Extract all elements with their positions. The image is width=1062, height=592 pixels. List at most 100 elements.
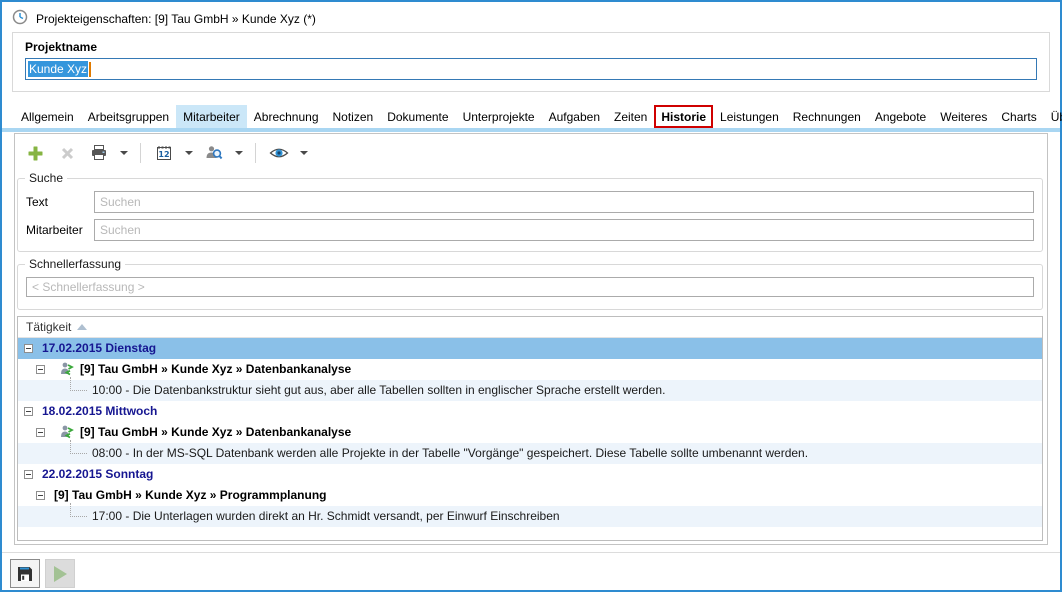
tab-abrechnung[interactable]: Abrechnung: [247, 105, 326, 128]
date-label: 18.02.2015 Mittwoch: [42, 404, 157, 418]
text-search-input[interactable]: [94, 191, 1034, 213]
collapse-icon[interactable]: [36, 428, 45, 437]
play-icon: [54, 566, 67, 582]
tab-rechnungen[interactable]: Rechnungen: [786, 105, 868, 128]
toolbar-separator: [140, 143, 141, 163]
tab-mitarbeiter[interactable]: Mitarbeiter: [176, 105, 247, 128]
taetigkeit-column-header[interactable]: Tätigkeit: [18, 317, 1042, 338]
chevron-down-icon: [300, 151, 308, 155]
tree-branch-line: [70, 377, 87, 391]
view-dropdown[interactable]: [297, 140, 311, 166]
add-button[interactable]: [21, 139, 49, 167]
sort-ascending-icon: [77, 324, 87, 330]
save-floppy-icon: [16, 565, 34, 583]
clock-icon: [12, 9, 28, 28]
bottom-button-bar: [10, 559, 75, 588]
projektname-label: Projektname: [25, 40, 97, 54]
mitarbeiter-search-row: Mitarbeiter: [26, 219, 1034, 241]
suche-legend: Suche: [25, 171, 67, 185]
tree-row-date[interactable]: 18.02.2015 Mittwoch: [18, 401, 1042, 422]
projektname-value: Kunde Xyz: [28, 61, 88, 77]
project-label: [9] Tau GmbH » Kunde Xyz » Datenbankanal…: [80, 425, 351, 439]
historie-panel: 12 Suche Text: [14, 133, 1048, 545]
project-properties-window: { "window": { "title": "Projekteigenscha…: [0, 0, 1062, 592]
tree-row-note[interactable]: 08:00 - In der MS-SQL Datenbank werden a…: [18, 443, 1042, 464]
employee-search-button[interactable]: [200, 139, 228, 167]
collapse-icon[interactable]: [24, 407, 33, 416]
collapse-icon[interactable]: [24, 470, 33, 479]
mitarbeiter-search-input[interactable]: [94, 219, 1034, 241]
calendar-button[interactable]: 12: [150, 139, 178, 167]
chevron-down-icon: [235, 151, 243, 155]
tab-allgemein[interactable]: Allgemein: [14, 105, 81, 128]
project-label: [9] Tau GmbH » Kunde Xyz » Programmplanu…: [54, 488, 326, 502]
tree-branch-line: [70, 440, 87, 454]
text-caret: [89, 62, 91, 77]
mitarbeiter-search-label: Mitarbeiter: [26, 223, 94, 237]
tree-row-project[interactable]: [9] Tau GmbH » Kunde Xyz » Programmplanu…: [18, 485, 1042, 506]
tree-row-note[interactable]: 10:00 - Die Datenbankstruktur sieht gut …: [18, 380, 1042, 401]
tab-notizen[interactable]: Notizen: [326, 105, 381, 128]
projektname-panel: Projektname Kunde Xyz: [12, 32, 1050, 92]
chevron-down-icon: [185, 151, 193, 155]
tab-uebersicht[interactable]: Übersicht: [1044, 105, 1062, 128]
tab-weiteres[interactable]: Weiteres: [933, 105, 994, 128]
eye-icon: [269, 145, 289, 161]
note-label: 08:00 - In der MS-SQL Datenbank werden a…: [92, 446, 808, 460]
activity-icon: [58, 361, 74, 377]
print-dropdown[interactable]: [117, 140, 131, 166]
view-button[interactable]: [265, 139, 293, 167]
calendar-dropdown[interactable]: [182, 140, 196, 166]
date-label: 17.02.2015 Dienstag: [42, 341, 156, 355]
tab-strip: Allgemein Arbeitsgruppen Mitarbeiter Abr…: [2, 102, 1060, 132]
delete-x-icon: [60, 146, 75, 161]
toolbar: 12: [21, 138, 1041, 168]
svg-text:12: 12: [158, 150, 169, 159]
plus-icon: [27, 145, 44, 162]
tab-historie[interactable]: Historie: [654, 105, 713, 128]
tab-dokumente[interactable]: Dokumente: [380, 105, 455, 128]
printer-icon: [90, 144, 108, 162]
tab-arbeitsgruppen[interactable]: Arbeitsgruppen: [81, 105, 176, 128]
tab-aufgaben[interactable]: Aufgaben: [542, 105, 607, 128]
window-title: Projekteigenschaften: [9] Tau GmbH » Kun…: [36, 12, 316, 26]
delete-button[interactable]: [53, 139, 81, 167]
employee-search-dropdown[interactable]: [232, 140, 246, 166]
employee-search-icon: [205, 144, 223, 162]
calendar-icon: 12: [155, 144, 173, 162]
tree-row-project[interactable]: [9] Tau GmbH » Kunde Xyz » Datenbankanal…: [18, 359, 1042, 380]
tab-zeiten[interactable]: Zeiten: [607, 105, 654, 128]
window-title-bar: Projekteigenschaften: [9] Tau GmbH » Kun…: [12, 9, 316, 28]
text-search-label: Text: [26, 195, 94, 209]
tree-row-project[interactable]: [9] Tau GmbH » Kunde Xyz » Datenbankanal…: [18, 422, 1042, 443]
save-button[interactable]: [10, 559, 40, 588]
tree-branch-line: [70, 503, 87, 517]
collapse-icon[interactable]: [24, 344, 33, 353]
tree-row-date[interactable]: 17.02.2015 Dienstag: [18, 338, 1042, 359]
tab-leistungen[interactable]: Leistungen: [713, 105, 786, 128]
activity-icon: [58, 424, 74, 440]
start-button-disabled[interactable]: [45, 559, 75, 588]
date-label: 22.02.2015 Sonntag: [42, 467, 153, 481]
schnellerfassung-row: [26, 277, 1034, 299]
schnellerfassung-input[interactable]: [26, 277, 1034, 297]
history-tree: Tätigkeit 17.02.2015 Dienstag [9] Tau Gm…: [17, 316, 1043, 541]
collapse-icon[interactable]: [36, 365, 45, 374]
note-label: 17:00 - Die Unterlagen wurden direkt an …: [92, 509, 560, 523]
taetigkeit-header-label: Tätigkeit: [26, 320, 71, 334]
print-button[interactable]: [85, 139, 113, 167]
collapse-icon[interactable]: [36, 491, 45, 500]
bottom-separator: [2, 552, 1060, 553]
tree-row-note[interactable]: 17:00 - Die Unterlagen wurden direkt an …: [18, 506, 1042, 527]
chevron-down-icon: [120, 151, 128, 155]
tab-charts[interactable]: Charts: [994, 105, 1043, 128]
tree-row-date[interactable]: 22.02.2015 Sonntag: [18, 464, 1042, 485]
projektname-input[interactable]: Kunde Xyz: [25, 58, 1037, 80]
note-label: 10:00 - Die Datenbankstruktur sieht gut …: [92, 383, 665, 397]
suche-group: Suche Text Mitarbeiter: [17, 178, 1043, 252]
tab-angebote[interactable]: Angebote: [868, 105, 933, 128]
text-search-row: Text: [26, 191, 1034, 213]
tab-unterprojekte[interactable]: Unterprojekte: [456, 105, 542, 128]
schnellerfassung-group: Schnellerfassung: [17, 264, 1043, 310]
project-label: [9] Tau GmbH » Kunde Xyz » Datenbankanal…: [80, 362, 351, 376]
